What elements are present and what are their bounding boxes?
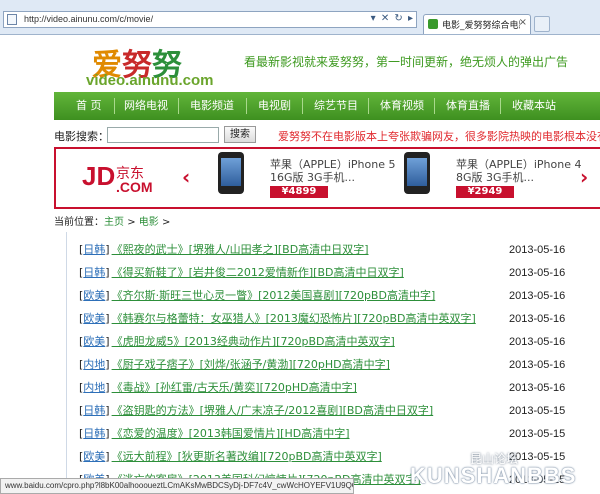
product-image-2[interactable] — [404, 152, 430, 194]
nav-item-variety[interactable]: 综艺节目 — [314, 92, 358, 120]
breadcrumb-home-link[interactable]: 主页 — [104, 217, 124, 228]
jd-logo: JD 京东 .COM — [82, 161, 153, 195]
category-link[interactable]: 欧美 — [83, 450, 105, 463]
nav-divider — [368, 98, 369, 114]
nav-item-sports-video[interactable]: 体育视频 — [380, 92, 424, 120]
watermark-text: KUNSHANBBS — [410, 463, 577, 488]
nav-divider — [114, 98, 115, 114]
breadcrumb-separator: > — [127, 217, 136, 228]
breadcrumb-separator: > — [161, 217, 171, 228]
browser-chrome: http://video.ainunu.com/c/movie/ ▾ ✕ ↻ ▸… — [0, 0, 600, 35]
jd-ad-banner[interactable]: JD 京东 .COM ‹ 苹果（APPLE）iPhone 5 16G版 3G手机… — [54, 147, 600, 209]
product-2-name: 苹果（APPLE）iPhone 4 — [456, 158, 582, 171]
nav-divider — [246, 98, 247, 114]
breadcrumb-label: 当前位置： — [54, 217, 104, 228]
movie-title-link[interactable]: 《虎胆龙威5》[2013经典动作片][720pBD高清中英双字] — [112, 335, 395, 348]
search-label: 电影搜索： — [54, 130, 109, 143]
category-link[interactable]: 日韩 — [83, 243, 105, 256]
address-url[interactable]: http://video.ainunu.com/c/movie/ — [24, 14, 153, 24]
product-1-spec: 16G版 3G手机... — [270, 171, 356, 184]
movie-list: [日韩] 《熙夜的武士》[堺雅人/山田孝之][BD高清中日双字] 2013-05-… — [66, 232, 600, 494]
tab-title: 电影_爱努努综合电影 — [442, 21, 520, 31]
list-item: [欧美] 《韩赛尔与格蕾特：女巫猎人》[2013魔幻恐怖片][720pBD高清中英… — [79, 309, 589, 329]
tab-close-icon[interactable]: × — [519, 17, 527, 28]
movie-title-link[interactable]: 《盗钥匙的方法》[堺雅人/广末凉子/2012喜剧][BD高清中日双字] — [112, 404, 434, 417]
list-item: [内地] 《厨子戏子痞子》[刘烨/张涵予/黄渤][720pHD高清中字] 2013… — [79, 355, 589, 375]
category-link[interactable]: 日韩 — [83, 266, 105, 279]
status-bar: www.baidu.com/cpro.php?l8bK00alhoooueztL… — [0, 478, 354, 494]
movie-date: 2013-05-16 — [509, 359, 566, 371]
site-slogan: 看最新影视就来爱努努，第一时间更新，绝无烦人的弹出广告 — [244, 55, 569, 69]
category-link[interactable]: 欧美 — [83, 335, 105, 348]
nav-divider — [178, 98, 179, 114]
category-link[interactable]: 欧美 — [83, 289, 105, 302]
category-link[interactable]: 欧美 — [83, 312, 105, 325]
browser-tab[interactable]: 电影_爱努努综合电影 × — [423, 14, 531, 34]
address-tools-icons[interactable]: ▾ ✕ ↻ ▸ — [371, 13, 414, 24]
nav-divider — [500, 98, 501, 114]
movie-title-link[interactable]: 《韩赛尔与格蕾特：女巫猎人》[2013魔幻恐怖片][720pBD高清中英双字] — [112, 312, 476, 325]
list-item: [日韩] 《得买新鞋了》[岩井俊二2012爱情新作][BD高清中日双字] 2013… — [79, 263, 589, 283]
movie-date: 2013-05-15 — [509, 405, 566, 417]
main-nav: 首 页 网络电视 电影频道 电视剧 综艺节目 体育视频 体育直播 收藏本站 — [54, 92, 600, 120]
movie-title-link[interactable]: 《齐尔斯·斯旺三世心灵一瞥》[2012美国喜剧][720pBD高清中字] — [112, 289, 436, 302]
jd-logo-com: .COM — [116, 179, 153, 195]
search-input[interactable] — [107, 127, 219, 143]
category-link[interactable]: 日韩 — [83, 404, 105, 417]
page-icon — [7, 14, 17, 25]
category-link[interactable]: 日韩 — [83, 427, 105, 440]
product-1-name: 苹果（APPLE）iPhone 5 — [270, 158, 396, 171]
ad-next-arrow-icon[interactable]: › — [580, 165, 588, 189]
list-item: [日韩] 《盗钥匙的方法》[堺雅人/广末凉子/2012喜剧][BD高清中日双字] … — [79, 401, 589, 421]
movie-title-link[interactable]: 《恋爱的温度》[2013韩国爱情片][HD高清中字] — [112, 427, 350, 440]
favicon-icon — [428, 19, 438, 29]
list-item: [日韩] 《恋爱的温度》[2013韩国爱情片][HD高清中字] 2013-05-1… — [79, 424, 589, 444]
category-link[interactable]: 内地 — [83, 381, 105, 394]
category-link[interactable]: 内地 — [83, 358, 105, 371]
movie-title-link[interactable]: 《熙夜的武士》[堺雅人/山田孝之][BD高清中日双字] — [112, 243, 369, 256]
list-item: [欧美] 《齐尔斯·斯旺三世心灵一瞥》[2012美国喜剧][720pBD高清中字]… — [79, 286, 589, 306]
movie-date: 2013-05-16 — [509, 382, 566, 394]
movie-title-link[interactable]: 《远大前程》[狄更斯名著改编][720pBD高清中英双字] — [112, 450, 382, 463]
nav-item-bookmark[interactable]: 收藏本站 — [512, 92, 556, 120]
new-tab-button[interactable] — [534, 16, 550, 32]
movie-date: 2013-05-16 — [509, 290, 566, 302]
nav-item-sports-live[interactable]: 体育直播 — [446, 92, 490, 120]
movie-title-link[interactable]: 《厨子戏子痞子》[刘烨/张涵予/黄渤][720pHD高清中字] — [112, 358, 390, 371]
movie-date: 2013-05-16 — [509, 313, 566, 325]
notice-text: 爱努努不在电影版本上夸张欺骗网友，很多影院热映的电影根本没有 — [278, 130, 600, 143]
site-logo[interactable]: 爱努努 video.ainunu.com — [86, 40, 226, 90]
list-item: [日韩] 《熙夜的武士》[堺雅人/山田孝之][BD高清中日双字] 2013-05-… — [79, 240, 589, 260]
jd-logo-letters: JD — [82, 161, 116, 191]
nav-item-movie[interactable]: 电影频道 — [190, 92, 234, 120]
product-2[interactable]: 苹果（APPLE）iPhone 4 8G版 3G手机... — [456, 158, 582, 184]
ad-prev-arrow-icon[interactable]: ‹ — [182, 165, 190, 189]
list-item: [内地] 《毒战》[孙红雷/古天乐/黄奕][720pHD高清中字] 2013-05… — [79, 378, 589, 398]
movie-title-link[interactable]: 《得买新鞋了》[岩井俊二2012爱情新作][BD高清中日双字] — [112, 266, 404, 279]
nav-item-web-tv[interactable]: 网络电视 — [124, 92, 168, 120]
movie-date: 2013-05-16 — [509, 244, 566, 256]
movie-date: 2013-05-16 — [509, 267, 566, 279]
nav-divider — [302, 98, 303, 114]
product-1[interactable]: 苹果（APPLE）iPhone 5 16G版 3G手机... — [270, 158, 396, 184]
nav-item-tv-series[interactable]: 电视剧 — [258, 92, 291, 120]
movie-date: 2013-05-16 — [509, 336, 566, 348]
breadcrumb-current-link[interactable]: 电影 — [139, 217, 159, 228]
product-2-price: ¥2949 — [456, 186, 514, 198]
logo-domain: video.ainunu.com — [86, 72, 214, 89]
product-1-price: ¥4899 — [270, 186, 328, 198]
breadcrumb: 当前位置：主页 > 电影 > — [54, 213, 170, 228]
movie-date: 2013-05-15 — [509, 428, 566, 440]
search-button[interactable]: 搜索 — [224, 126, 256, 143]
product-2-spec: 8G版 3G手机... — [456, 171, 535, 184]
nav-item-home[interactable]: 首 页 — [76, 92, 102, 120]
product-image-1[interactable] — [218, 152, 244, 194]
address-bar[interactable]: http://video.ainunu.com/c/movie/ ▾ ✕ ↻ ▸ — [3, 11, 417, 28]
movie-title-link[interactable]: 《毒战》[孙红雷/古天乐/黄奕][720pHD高清中字] — [112, 381, 357, 394]
nav-divider — [434, 98, 435, 114]
list-item: [欧美] 《虎胆龙威5》[2013经典动作片][720pBD高清中英双字] 201… — [79, 332, 589, 352]
